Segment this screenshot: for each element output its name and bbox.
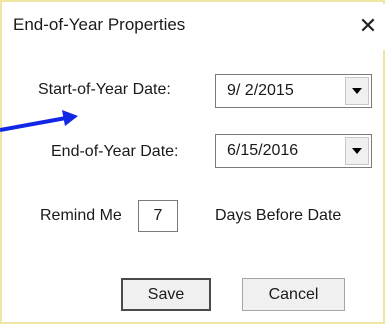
window-title: End-of-Year Properties — [13, 15, 186, 34]
end-date-value: 6/15/2016 — [227, 142, 299, 159]
chevron-down-icon — [352, 148, 362, 154]
save-button[interactable]: Save — [121, 278, 211, 311]
close-button[interactable]: ✕ — [354, 12, 382, 40]
cancel-button-label: Cancel — [268, 285, 319, 303]
remind-me-label: Remind Me — [40, 207, 122, 224]
end-date-dropdown[interactable]: 6/15/2016 — [215, 134, 372, 168]
remind-days-value: 7 — [153, 207, 163, 224]
save-button-label: Save — [147, 285, 185, 303]
start-date-value: 9/ 2/2015 — [227, 82, 294, 99]
close-icon: ✕ — [358, 13, 378, 38]
end-date-label: End-of-Year Date: — [51, 143, 179, 160]
start-date-dropdown-button[interactable] — [345, 77, 369, 105]
dialog-window: End-of-Year Properties ✕ Start-of-Year D… — [0, 0, 385, 324]
start-date-dropdown[interactable]: 9/ 2/2015 — [215, 74, 372, 108]
title-bar: End-of-Year Properties ✕ — [4, 4, 385, 50]
arrow-icon — [0, 110, 78, 132]
chevron-down-icon — [352, 88, 362, 94]
days-before-date-label: Days Before Date — [215, 207, 342, 224]
start-date-label: Start-of-Year Date: — [38, 81, 171, 98]
end-date-dropdown-button[interactable] — [345, 137, 369, 165]
remind-days-input[interactable]: 7 — [138, 200, 178, 232]
cancel-button[interactable]: Cancel — [242, 278, 345, 311]
